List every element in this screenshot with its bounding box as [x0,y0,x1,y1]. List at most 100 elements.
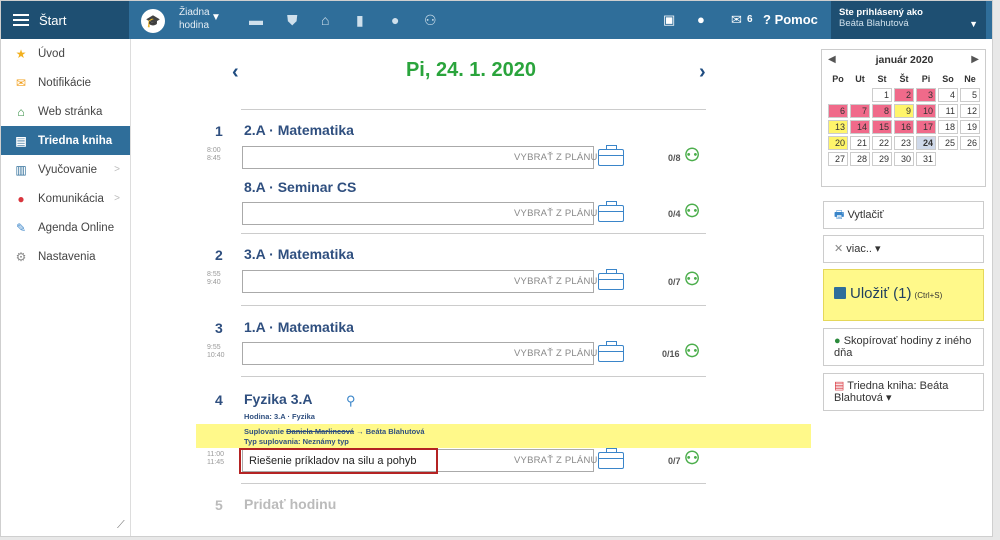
print-button[interactable]: 🖶 Vytlačiť [823,201,984,229]
calendar-day[interactable]: 10 [916,104,936,118]
calendar-day[interactable]: 5 [960,88,980,102]
briefcase-icon[interactable] [598,201,624,222]
calendar-day[interactable]: 3 [916,88,936,102]
badge-icon[interactable]: ● [391,12,399,28]
classbook-label: Triedna kniha: Beáta Blahutová ▾ [834,380,949,404]
calendar-day[interactable]: 29 [872,152,892,166]
lesson-time: 8:55 9:40 [207,271,221,287]
calendar-day[interactable]: 26 [960,136,980,150]
attendance-count: 0/16 [662,349,680,359]
sidebar-item-vyucovanie[interactable]: ▥ Vyučovanie > [1,155,130,184]
calendar-day[interactable]: 16 [894,120,914,134]
attendance-people-icon[interactable]: ⚇ [684,269,700,290]
lesson-title[interactable]: 8.A · Seminar CS [244,179,356,195]
lesson-selector-line1: Žiadna [179,7,210,18]
lesson-selector[interactable]: Žiadna hodina [179,6,210,32]
lesson-title[interactable]: 2.A · Matematika [244,122,354,138]
sidebar-item-nastavenia[interactable]: ⚙ Nastavenia [1,242,130,271]
mail-icon[interactable]: ✉ [731,12,742,28]
briefcase-icon[interactable] [598,448,624,469]
calendar-day[interactable]: 8 [872,104,892,118]
weekday-header: Ut [855,74,865,84]
graduation-cap-icon[interactable]: 🎓 [141,9,165,33]
sidebar-item-komunikacia[interactable]: ● Komunikácia > [1,184,130,213]
lesson-title[interactable]: 3.A · Matematika [244,246,354,262]
calendar-day[interactable]: 14 [850,120,870,134]
briefcase-icon[interactable] [598,269,624,290]
open-book-icon: ▥ [15,162,27,177]
briefcase-icon[interactable] [598,145,624,166]
lesson-time: 9:55 10:40 [207,344,225,360]
sidebar-item-agenda[interactable]: ✎ Agenda Online [1,213,130,242]
sidebar-item-uvod[interactable]: ★ Úvod [1,39,130,68]
calendar-day[interactable]: 6 [828,104,848,118]
calendar-day[interactable]: 17 [916,120,936,134]
calendar-day[interactable]: 23 [894,136,914,150]
attendance-people-icon[interactable]: ⚇ [684,341,700,362]
calendar-day[interactable]: 15 [872,120,892,134]
weekday-header: Pi [921,74,931,84]
attendance-people-icon[interactable]: ⚇ [684,145,700,166]
pick-from-plan-label[interactable]: VYBRAŤ Z PLÁNU [514,455,598,466]
classbook-menu-button[interactable]: ▤ Triedna kniha: Beáta Blahutová ▾ [823,373,984,411]
more-button[interactable]: ✕ viac.. ▾ [823,235,984,263]
print-label: Vytlačiť [847,209,884,221]
help-button[interactable]: ? Pomoc [763,12,818,27]
people-icon[interactable]: ⚇ [424,12,437,29]
calendar-day[interactable]: 30 [894,152,914,166]
calendar-day[interactable]: 20 [828,136,848,150]
calendar-day[interactable]: 13 [828,120,848,134]
save-button[interactable]: Uložiť (1) (Ctrl+S) [823,269,984,321]
resize-handle-icon[interactable]: ⟋ [117,519,125,532]
calendar-day[interactable]: 27 [828,152,848,166]
calendar-day[interactable]: 9 [894,104,914,118]
lesson-title[interactable]: 1.A · Matematika [244,319,354,335]
copy-lessons-button[interactable]: ● Skopírovať hodiny z iného dňa [823,328,984,366]
lesson-number: 1 [215,123,223,139]
lesson-number: 3 [215,320,223,336]
calendar-day[interactable]: 11 [938,104,958,118]
building-icon[interactable]: ⌂ [321,12,329,28]
start-menu-button[interactable]: Štart [1,1,129,39]
hamburger-icon [13,14,29,26]
chat-icon[interactable]: ● [697,12,705,27]
bar-chart-icon[interactable]: ▮ [356,12,364,29]
calendar-day[interactable]: 25 [938,136,958,150]
pick-from-plan-label[interactable]: VYBRAŤ Z PLÁNU [514,276,598,287]
calendar-day[interactable]: 12 [960,104,980,118]
copy-label: Skopírovať hodiny z iného dňa [834,335,972,359]
calendar-day[interactable]: 28 [850,152,870,166]
calendar-day-selected[interactable]: 24 [916,136,936,150]
star-icon: ★ [15,46,27,61]
sidebar-item-web[interactable]: ⌂ Web stránka [1,97,130,126]
add-lesson-button[interactable]: Pridať hodinu [244,496,336,512]
calendar-day[interactable]: 1 [872,88,892,102]
lesson-title[interactable]: Fyzika 3.A [244,391,312,407]
calendar-next-icon[interactable]: ▶ [971,54,979,65]
calendar-day[interactable]: 31 [916,152,936,166]
calendar-day[interactable]: 21 [850,136,870,150]
app-window: Štart 🎓 Žiadna hodina ▼ ▬ ⛊ ⌂ ▮ ● ⚇ ▣ ● ✉… [0,0,993,537]
lesson-time-from: 9:55 [207,344,221,351]
briefcase-icon[interactable] [598,341,624,362]
next-day-button[interactable]: › [699,61,706,84]
pick-from-plan-label[interactable]: VYBRAŤ Z PLÁNU [514,208,598,219]
calendar-day[interactable]: 18 [938,120,958,134]
pick-from-plan-label[interactable]: VYBRAŤ Z PLÁNU [514,152,598,163]
shield-icon[interactable]: ⛊ [287,12,298,29]
attendance-people-icon[interactable]: ⚇ [684,448,700,469]
calendar-day[interactable]: 19 [960,120,980,134]
calendar-day[interactable]: 22 [872,136,892,150]
attendance-people-icon[interactable]: ⚇ [684,201,700,222]
caret-down-icon[interactable]: ▼ [211,12,221,23]
calendar-day[interactable]: 4 [938,88,958,102]
pick-from-plan-label[interactable]: VYBRAŤ Z PLÁNU [514,348,598,359]
user-menu[interactable]: Ste prihlásený ako Beáta Blahutová ▼ [831,1,986,39]
calendar-day[interactable]: 7 [850,104,870,118]
notes-icon[interactable]: ▣ [663,12,675,28]
calendar-day[interactable]: 2 [894,88,914,102]
sidebar-item-triedna-kniha[interactable]: ▤ Triedna kniha [1,126,130,155]
sidebar-item-notifikacie[interactable]: ✉ Notifikácie [1,68,130,97]
substitute-person-icon[interactable]: ⚲ [346,393,356,409]
briefcase-icon[interactable]: ▬ [249,12,263,28]
